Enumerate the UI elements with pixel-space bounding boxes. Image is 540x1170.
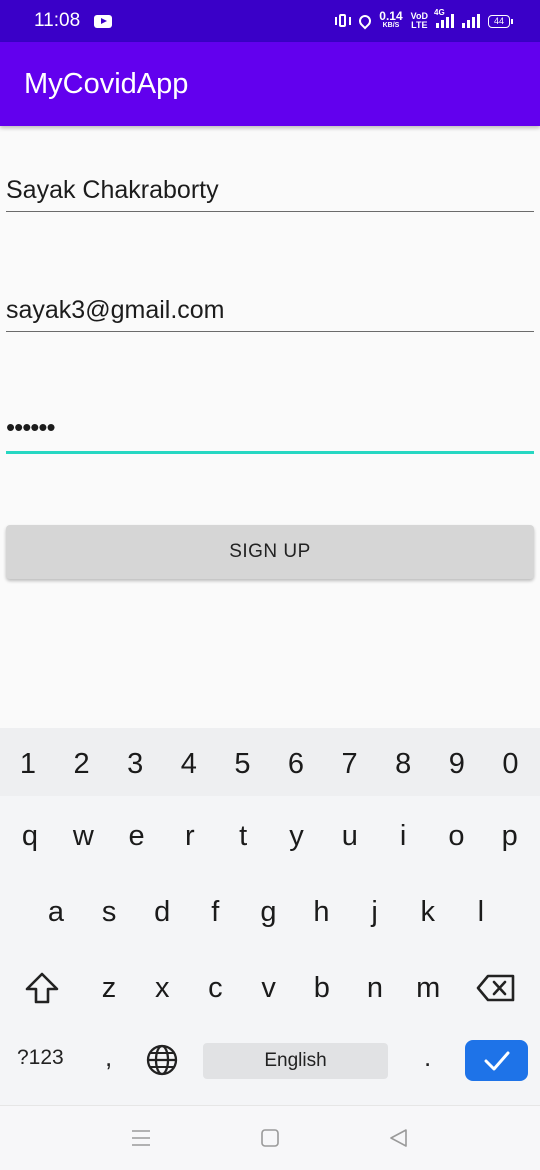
vibrate-icon [335,13,352,29]
home-nav-button[interactable] [260,1128,280,1153]
key-a[interactable]: a [31,892,81,932]
menu-icon [132,1130,150,1146]
name-field-value: Sayak Chakraborty [6,176,219,204]
key-u[interactable]: u [325,816,375,856]
key-l[interactable]: l [456,892,506,932]
soft-keyboard: 1234567890 qwertyuiop asdfghjkl zxcvbnm … [0,728,540,1105]
key-9[interactable]: 9 [432,744,482,784]
key-3[interactable]: 3 [110,744,160,784]
key-b[interactable]: b [297,968,347,1008]
key-z[interactable]: z [84,968,134,1008]
battery-level: 44 [493,16,504,26]
system-navigation-bar [0,1105,540,1170]
volte-bottom-label: LTE [411,20,428,30]
email-field[interactable]: sayak3@gmail.com [6,276,534,332]
key-v[interactable]: v [244,968,294,1008]
period-key[interactable]: . [424,1042,431,1073]
enter-key[interactable] [465,1040,528,1081]
comma-key[interactable]: , [105,1042,112,1073]
keyboard-number-row: 1234567890 [0,728,540,796]
backspace-icon [476,974,515,1002]
email-field-value: sayak3@gmail.com [6,296,225,324]
key-e[interactable]: e [112,816,162,856]
signal-4g-icon: 4G [434,8,454,28]
backspace-key[interactable] [476,973,516,1008]
back-nav-button[interactable] [388,1128,408,1153]
key-m[interactable]: m [403,968,453,1008]
shift-icon [25,972,59,1004]
password-field-value: •••••• [6,412,56,442]
shift-key[interactable] [24,971,60,1010]
key-8[interactable]: 8 [378,744,428,784]
key-5[interactable]: 5 [217,744,267,784]
app-bar: MyCovidApp [0,42,540,126]
location-icon [356,12,374,30]
screen: 11:08 0.14 KB/S VoD LTE 4G 44 MyCovidApp… [0,0,540,1170]
key-t[interactable]: t [218,816,268,856]
key-d[interactable]: d [137,892,187,932]
key-o[interactable]: o [431,816,481,856]
youtube-notification-icon [94,14,113,28]
space-key[interactable]: English [203,1043,388,1079]
key-w[interactable]: w [58,816,108,856]
symbols-key[interactable]: ?123 [17,1046,64,1070]
language-key[interactable] [145,1043,179,1082]
network-speed-value: 0.14 [379,9,403,23]
sign-up-button[interactable]: SIGN UP [6,525,534,579]
status-time: 11:08 [34,10,81,31]
key-q[interactable]: q [5,816,55,856]
signal-icon [462,14,480,28]
key-k[interactable]: k [403,892,453,932]
key-f[interactable]: f [190,892,240,932]
key-p[interactable]: p [485,816,535,856]
battery-icon: 44 [488,14,513,28]
volte-indicator: VoD LTE [411,12,428,30]
network-speed-unit: KB/S [382,22,400,29]
password-field[interactable]: •••••• [6,398,534,454]
menu-nav-button[interactable] [131,1128,151,1153]
key-h[interactable]: h [297,892,347,932]
key-4[interactable]: 4 [164,744,214,784]
key-y[interactable]: y [272,816,322,856]
key-2[interactable]: 2 [57,744,107,784]
status-bar: 11:08 0.14 KB/S VoD LTE 4G 44 [0,0,540,42]
key-s[interactable]: s [84,892,134,932]
network-type-label: 4G [434,8,445,17]
home-square-icon [261,1129,279,1147]
back-triangle-icon [390,1129,407,1147]
status-icons: 0.14 KB/S VoD LTE 4G 44 [335,8,513,30]
checkmark-icon [484,1051,509,1070]
key-g[interactable]: g [243,892,293,932]
key-1[interactable]: 1 [3,744,53,784]
key-x[interactable]: x [137,968,187,1008]
key-n[interactable]: n [350,968,400,1008]
network-speed: 0.14 KB/S [379,9,403,30]
key-r[interactable]: r [165,816,215,856]
app-title: MyCovidApp [24,68,189,100]
key-c[interactable]: c [190,968,240,1008]
key-j[interactable]: j [350,892,400,932]
globe-icon [146,1044,178,1076]
key-0[interactable]: 0 [485,744,535,784]
name-field[interactable]: Sayak Chakraborty [6,156,534,212]
key-6[interactable]: 6 [271,744,321,784]
key-7[interactable]: 7 [325,744,375,784]
key-i[interactable]: i [378,816,428,856]
